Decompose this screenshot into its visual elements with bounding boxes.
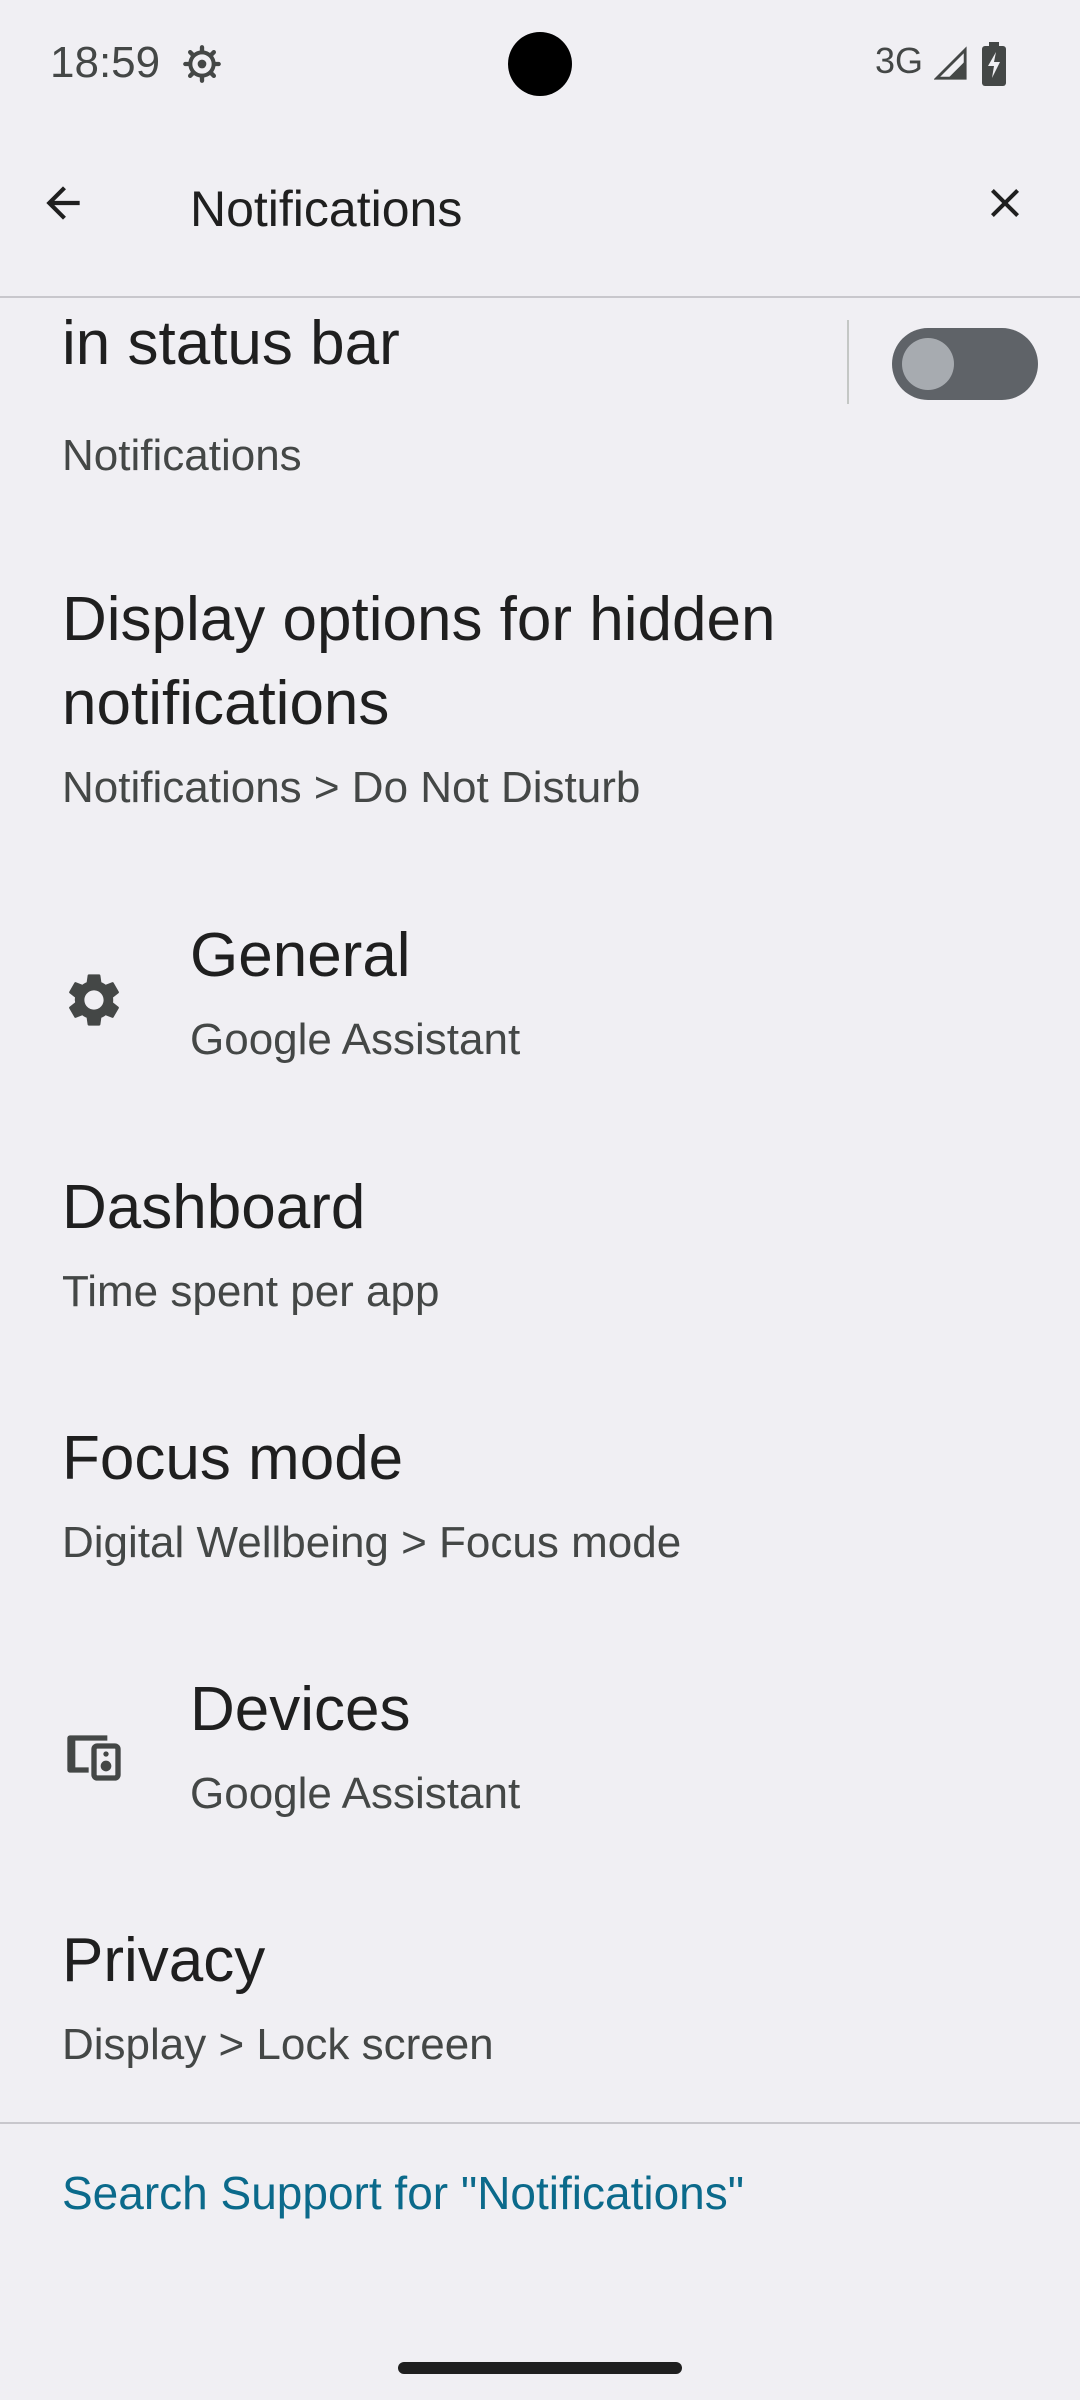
toggle-thumb: [902, 338, 954, 390]
result-devices[interactable]: Devices Google Assistant: [0, 1668, 1080, 1868]
hide-silent-notifications-toggle[interactable]: [892, 328, 1038, 400]
status-time: 18:59: [50, 38, 161, 87]
result-subtitle: Time spent per app: [62, 1267, 440, 1316]
back-button[interactable]: [30, 170, 96, 236]
result-title: Focus mode: [62, 1424, 404, 1493]
settings-search-screen: 18:59 3G Notifications in status bar Not…: [0, 0, 1080, 2400]
result-subtitle: Digital Wellbeing > Focus mode: [62, 1518, 682, 1567]
close-button[interactable]: [972, 170, 1038, 236]
result-subtitle: Google Assistant: [190, 1015, 521, 1064]
search-results-list: Hide silent notifications in status bar …: [0, 298, 1080, 2122]
devices-icon: [67, 1735, 121, 1781]
result-subtitle: Google Assistant: [190, 1769, 521, 1818]
search-support-link[interactable]: Search Support for "Notifications": [62, 2166, 744, 2220]
status-bar: 18:59 3G: [0, 0, 1080, 130]
result-focus-mode[interactable]: Focus mode Digital Wellbeing > Focus mod…: [0, 1417, 1080, 1617]
result-hide-silent-notifications[interactable]: Hide silent notifications in status bar …: [0, 298, 1080, 498]
settings-gear-icon: [183, 45, 221, 83]
result-subtitle: Notifications: [62, 431, 302, 480]
network-type: 3G: [875, 40, 924, 81]
result-title-line2: in status bar: [62, 309, 400, 378]
result-subtitle: Notifications > Do Not Disturb: [62, 763, 641, 812]
camera-cutout: [508, 32, 572, 96]
close-icon: [991, 189, 1019, 217]
page-title: Notifications: [190, 181, 463, 237]
toggle-divider: [847, 320, 849, 404]
result-dashboard[interactable]: Dashboard Time spent per app: [0, 1166, 1080, 1366]
result-title-line2: notifications: [62, 669, 390, 738]
result-title: General: [190, 921, 411, 990]
signal-icon: [934, 46, 967, 80]
result-title: Dashboard: [62, 1173, 366, 1242]
result-title-line1: Display options for hidden: [62, 585, 776, 654]
result-title: Privacy: [62, 1926, 266, 1995]
result-title: Devices: [190, 1675, 411, 1744]
result-display-options-hidden-notifications[interactable]: Display options for hidden notifications…: [0, 578, 1080, 878]
gear-icon: [69, 974, 119, 1026]
app-bar: Notifications: [0, 140, 1080, 298]
result-subtitle: Display > Lock screen: [62, 2020, 494, 2069]
result-general[interactable]: General Google Assistant: [0, 914, 1080, 1114]
home-indicator[interactable]: [398, 2362, 682, 2374]
back-arrow-icon: [46, 186, 80, 220]
footer-divider: [0, 2122, 1080, 2124]
battery-charging-icon: [982, 42, 1006, 86]
result-privacy[interactable]: Privacy Display > Lock screen: [0, 1919, 1080, 2119]
